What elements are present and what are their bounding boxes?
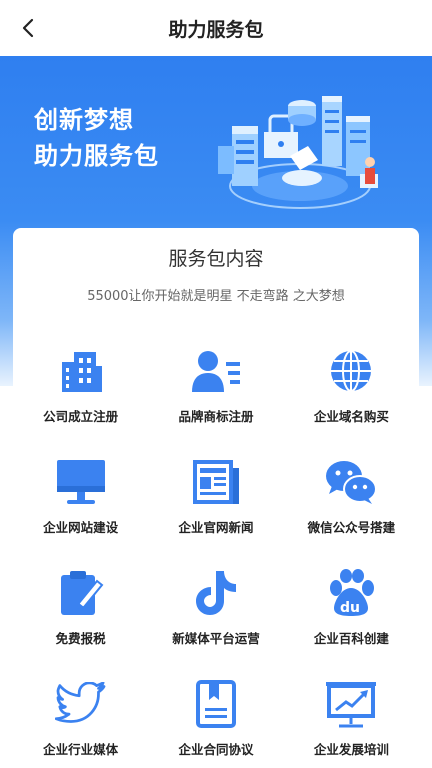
- baidu-paw-icon: du: [323, 568, 379, 618]
- service-label: 企业百科创建: [313, 631, 389, 646]
- service-item-company-news[interactable]: 企业官网新闻: [148, 457, 283, 568]
- service-item-wechat-account[interactable]: 微信公众号搭建: [284, 457, 419, 568]
- service-item-baike-creation[interactable]: du 企业百科创建: [284, 568, 419, 679]
- hero-line-1: 创新梦想: [34, 106, 134, 134]
- service-label: 企业行业媒体: [43, 742, 119, 757]
- service-label: 企业域名购买: [313, 409, 389, 424]
- service-item-trademark-registration[interactable]: 品牌商标注册: [148, 346, 283, 457]
- service-item-new-media-operations[interactable]: 新媒体平台运营: [148, 568, 283, 679]
- service-item-company-registration[interactable]: 公司成立注册: [13, 346, 148, 457]
- service-label: 微信公众号搭建: [307, 520, 396, 535]
- service-package-card: 服务包内容 55000让你开始就是明星 不走弯路 之大梦想 公司成立注册 品牌商…: [13, 228, 419, 768]
- service-label: 公司成立注册: [43, 409, 119, 424]
- service-label: 企业网站建设: [43, 520, 119, 535]
- card-title: 服务包内容: [168, 248, 264, 270]
- service-label: 企业合同协议: [178, 742, 254, 757]
- service-label: 免费报税: [55, 631, 106, 646]
- service-item-industry-media[interactable]: 企业行业媒体: [13, 679, 148, 768]
- clipboard-pen-icon: [53, 568, 109, 618]
- top-nav-bar: 助力服务包: [0, 0, 432, 56]
- isometric-server-illustration: [218, 96, 378, 209]
- twitter-bird-icon: [53, 679, 109, 729]
- newspaper-icon: [188, 457, 244, 507]
- monitor-icon: [53, 457, 109, 507]
- building-icon: [53, 346, 109, 396]
- globe-icon: [323, 346, 379, 396]
- back-button[interactable]: [14, 14, 42, 42]
- wechat-icon: [323, 457, 379, 507]
- service-label: 品牌商标注册: [178, 409, 254, 424]
- service-item-development-training[interactable]: 企业发展培训: [284, 679, 419, 768]
- contract-book-icon: [188, 679, 244, 729]
- user-card-icon: [188, 346, 244, 396]
- service-label: 新媒体平台运营: [172, 631, 260, 646]
- hero-slogan: 创新梦想 助力服务包: [34, 102, 159, 174]
- chevron-left-icon: [22, 18, 34, 38]
- page-title: 助力服务包: [168, 18, 264, 41]
- service-label: 企业发展培训: [313, 742, 389, 757]
- service-item-domain-purchase[interactable]: 企业域名购买: [284, 346, 419, 457]
- service-label: 企业官网新闻: [178, 520, 254, 535]
- hero-line-2: 助力服务包: [34, 142, 159, 170]
- tiktok-icon: [188, 568, 244, 618]
- svg-text:du: du: [340, 600, 360, 616]
- presentation-board-icon: [323, 679, 379, 729]
- service-item-website-building[interactable]: 企业网站建设: [13, 457, 148, 568]
- service-item-free-tax-filing[interactable]: 免费报税: [13, 568, 148, 679]
- service-grid: 公司成立注册 品牌商标注册 企业域名购买 企业网站建设 企业官网新闻 微信公众号…: [13, 346, 419, 768]
- service-item-contract-agreement[interactable]: 企业合同协议: [148, 679, 283, 768]
- card-subtitle: 55000让你开始就是明星 不走弯路 之大梦想: [87, 289, 345, 304]
